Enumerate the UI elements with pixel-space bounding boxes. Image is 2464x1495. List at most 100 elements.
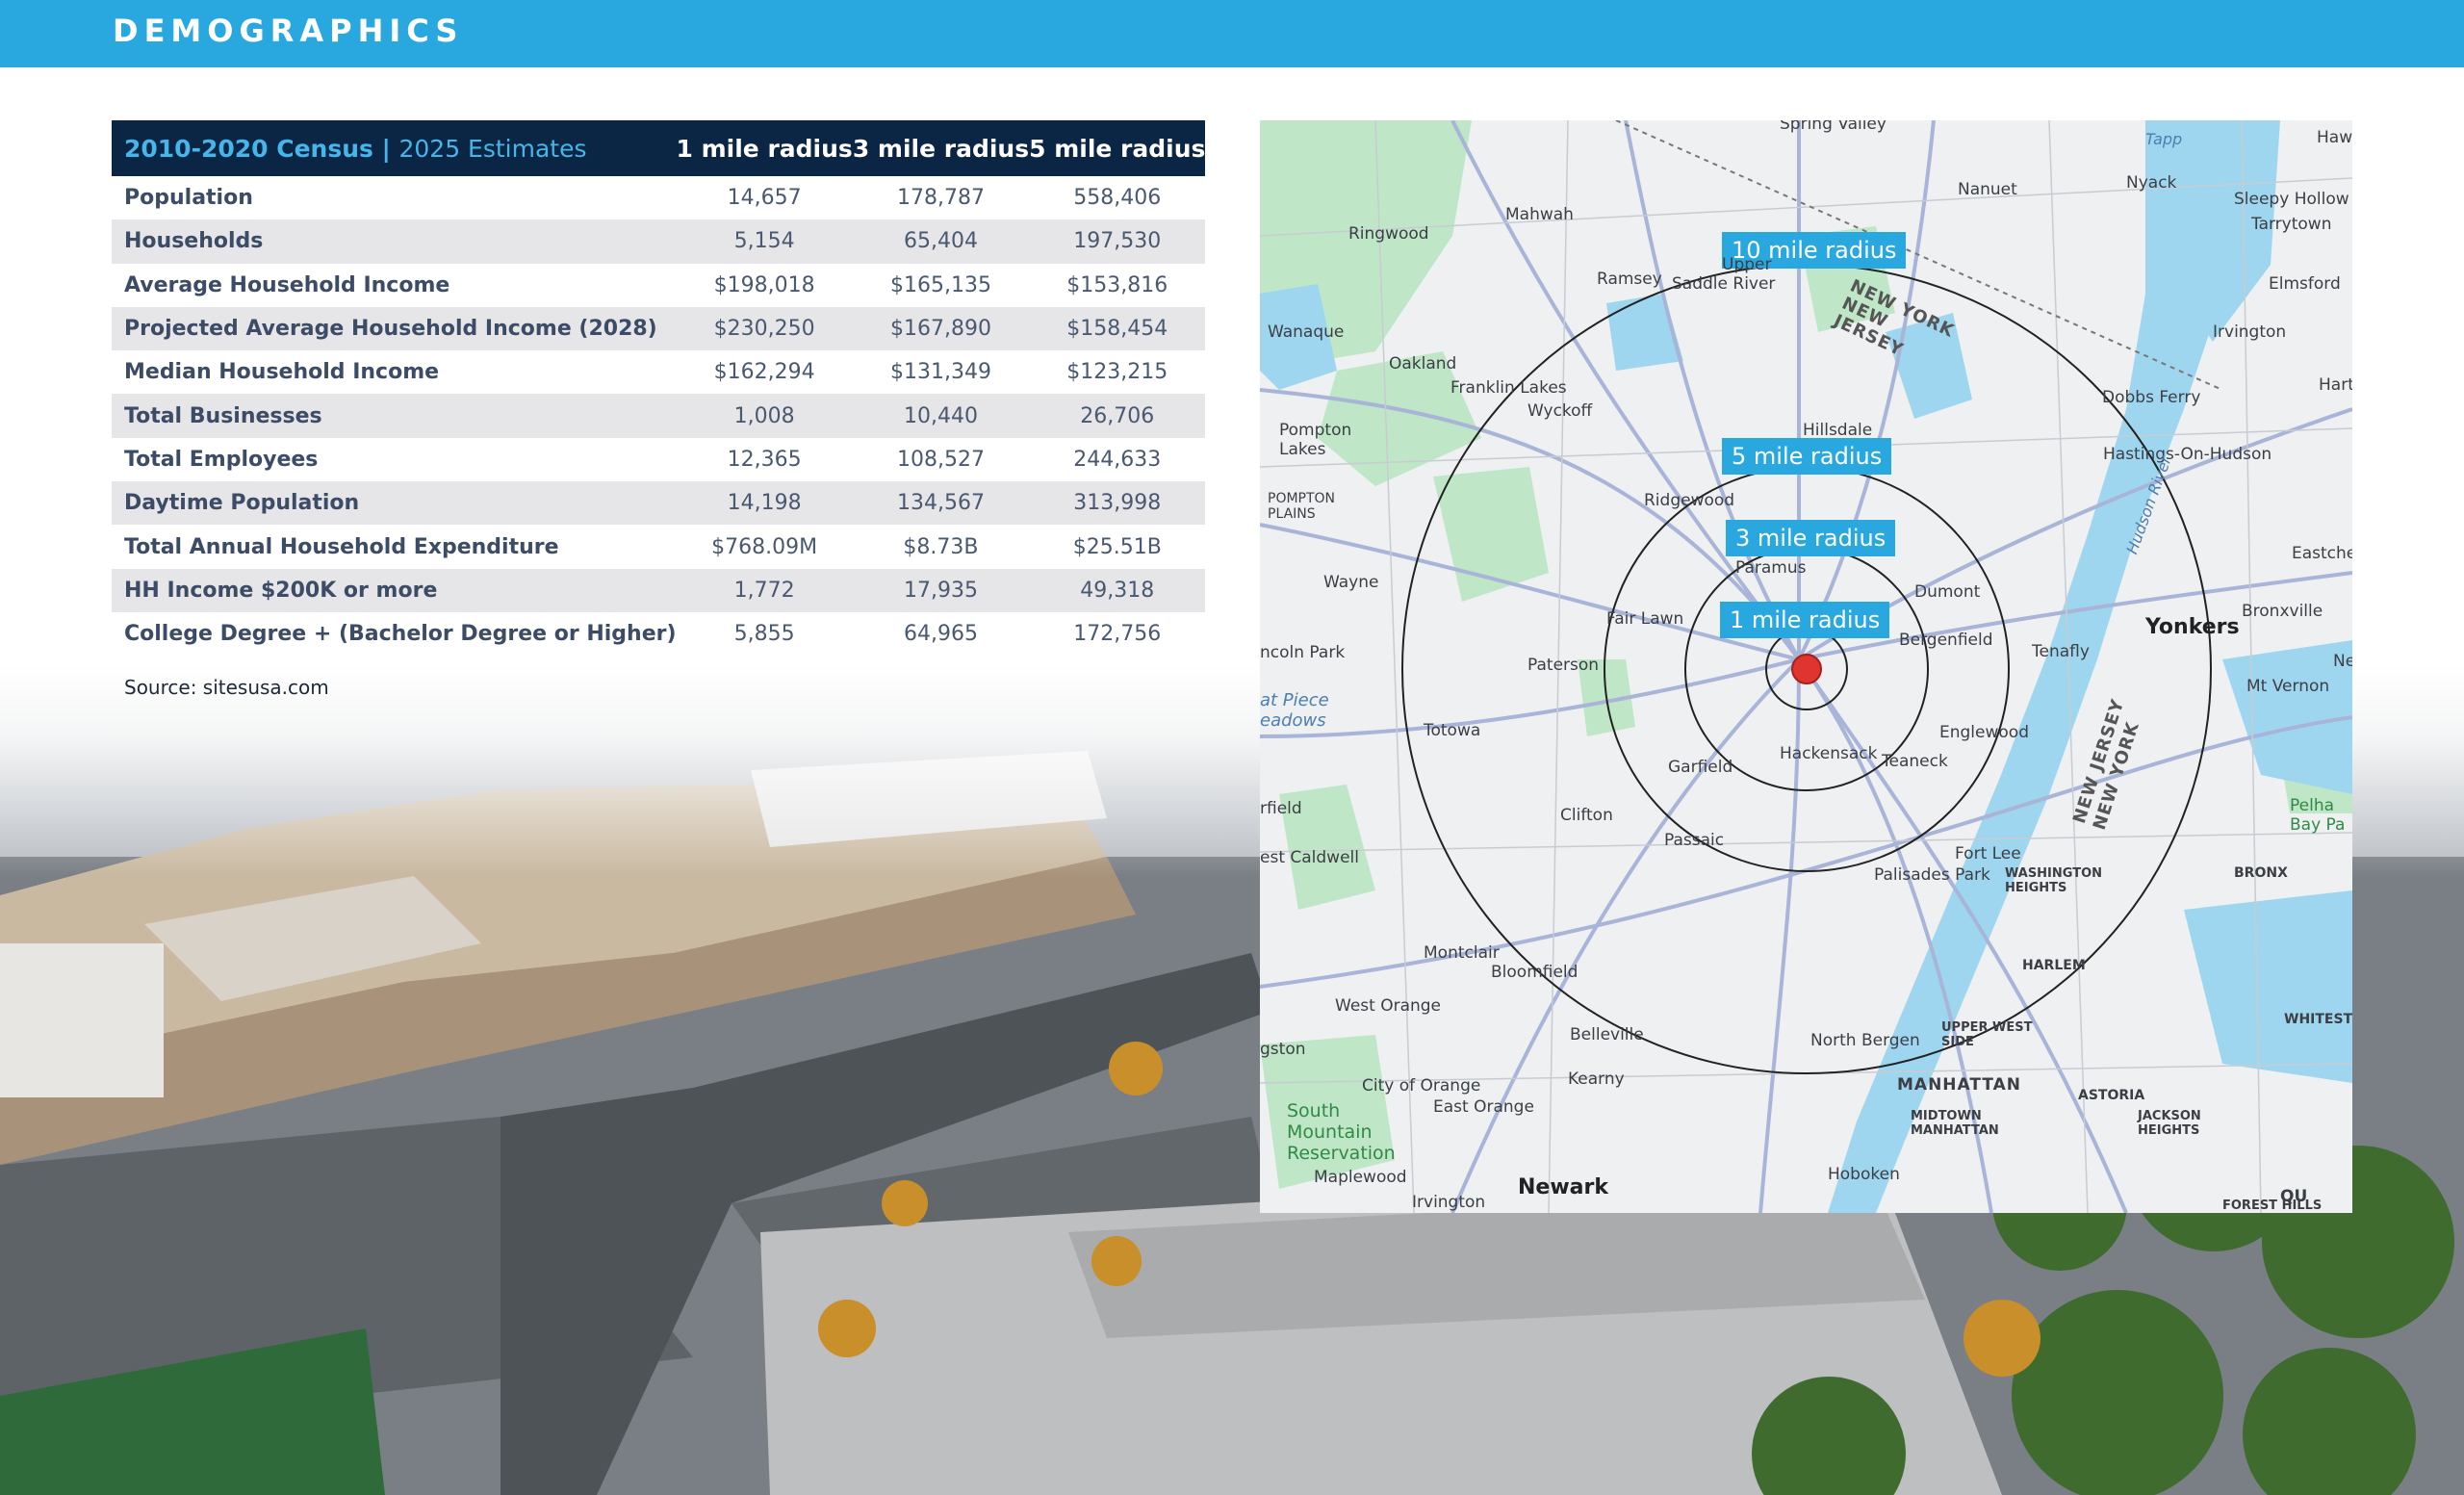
- row-label: Total Annual Household Expenditure: [112, 525, 677, 569]
- place-label: Upper: [1722, 255, 1772, 274]
- place-label: Palisades Park: [1874, 865, 1990, 885]
- cell-1-mile: $198,018: [676, 263, 853, 307]
- demographics-table: 2010-2020 Census | 2025 Estimates 1 mile…: [112, 120, 1206, 657]
- row-label: Median Household Income: [112, 350, 677, 395]
- place-label: Bronxville: [2242, 602, 2323, 621]
- place-label: ncoln Park: [1260, 643, 1346, 662]
- place-label: Tapp: [2145, 130, 2183, 148]
- cell-5-mile: 49,318: [1029, 568, 1206, 612]
- place-label: Tenafly: [2032, 642, 2090, 661]
- place-label: Haw: [2317, 128, 2352, 147]
- cell-1-mile: 14,657: [676, 176, 853, 220]
- table-row: Daytime Population 14,198 134,567 313,99…: [112, 481, 1206, 526]
- table-row: Households 5,154 65,404 197,530: [112, 219, 1206, 264]
- cell-3-mile: 17,935: [852, 568, 1030, 612]
- place-label: North Bergen: [1810, 1031, 1920, 1050]
- place-label: gston: [1260, 1040, 1306, 1059]
- table-row: College Degree + (Bachelor Degree or Hig…: [112, 611, 1206, 657]
- cell-5-mile: 313,998: [1029, 481, 1206, 526]
- cell-3-mile: 178,787: [852, 176, 1030, 220]
- place-label: Eastches: [2292, 544, 2352, 563]
- cell-1-mile: 5,855: [676, 611, 853, 657]
- row-label: HH Income $200K or more: [112, 568, 677, 612]
- column-header-3-mile: 3 mile radius: [852, 120, 1030, 176]
- row-label: Projected Average Household Income (2028…: [112, 306, 677, 351]
- place-label: Ramsey: [1597, 270, 1662, 289]
- place-label: Paterson: [1527, 656, 1600, 675]
- row-label: Population: [112, 176, 677, 220]
- table-row: Total Businesses 1,008 10,440 26,706: [112, 394, 1206, 438]
- cell-3-mile: $165,135: [852, 263, 1030, 307]
- place-label: Hackensack: [1780, 744, 1878, 763]
- cell-5-mile: $158,454: [1029, 306, 1206, 351]
- place-label: Wanaque: [1268, 322, 1345, 342]
- place-label: Montclair: [1424, 943, 1500, 963]
- place-label: Saddle River: [1672, 274, 1776, 294]
- column-header-1-mile: 1 mile radius: [676, 120, 853, 176]
- place-label: Pompton Lakes: [1279, 421, 1352, 459]
- place-label: Mt Vernon: [2246, 677, 2330, 696]
- census-label: 2010-2020 Census: [124, 134, 373, 163]
- place-label: Paramus: [1735, 558, 1807, 578]
- column-header-5-mile: 5 mile radius: [1029, 120, 1206, 176]
- radius-label-1-mile: 1 mile radius: [1720, 602, 1890, 638]
- place-label: ASTORIA: [2078, 1088, 2145, 1103]
- cell-3-mile: 134,567: [852, 481, 1030, 526]
- cell-1-mile: $768.09M: [676, 525, 853, 569]
- cell-1-mile: 12,365: [676, 437, 853, 482]
- place-label: Irvington: [1412, 1193, 1486, 1212]
- cell-3-mile: $8.73B: [852, 525, 1030, 569]
- place-label: Hoboken: [1828, 1165, 1900, 1184]
- cell-1-mile: $230,250: [676, 306, 853, 351]
- cell-1-mile: 1,008: [676, 394, 853, 438]
- cell-5-mile: 197,530: [1029, 219, 1206, 264]
- header-separator: |: [381, 134, 391, 163]
- place-label: Ridgewood: [1644, 491, 1735, 510]
- place-label: HARLEM: [2022, 958, 2086, 973]
- cell-1-mile: 14,198: [676, 481, 853, 526]
- place-label: Clifton: [1560, 806, 1613, 825]
- table-row: Average Household Income $198,018 $165,1…: [112, 263, 1206, 307]
- row-label: College Degree + (Bachelor Degree or Hig…: [112, 611, 677, 657]
- place-label: rfield: [1260, 799, 1302, 818]
- table-header-title: 2010-2020 Census | 2025 Estimates: [112, 120, 677, 176]
- place-label: South Mountain Reservation: [1287, 1100, 1396, 1164]
- place-label: Ringwood: [1348, 224, 1429, 244]
- page-title: DEMOGRAPHICS: [113, 13, 464, 49]
- place-label: Belleville: [1570, 1025, 1644, 1044]
- map-graphic: [1260, 120, 2352, 1213]
- place-label: Fort Lee: [1955, 844, 2021, 863]
- row-label: Households: [112, 219, 677, 264]
- place-label: Newark: [1518, 1175, 1608, 1199]
- table-row: Median Household Income $162,294 $131,34…: [112, 350, 1206, 395]
- cell-5-mile: 244,633: [1029, 437, 1206, 482]
- place-label: Nyack: [2126, 173, 2177, 193]
- cell-1-mile: 5,154: [676, 219, 853, 264]
- place-label: Elmsford: [2269, 274, 2341, 294]
- header-bar: DEMOGRAPHICS: [0, 0, 2464, 67]
- cell-3-mile: 108,527: [852, 437, 1030, 482]
- place-label: Teaneck: [1882, 752, 1948, 771]
- row-label: Daytime Population: [112, 481, 677, 526]
- place-label: UPPER WEST SIDE: [1941, 1020, 2033, 1049]
- cell-3-mile: $167,890: [852, 306, 1030, 351]
- place-label: Bergenfield: [1899, 631, 1993, 650]
- place-label: Maplewood: [1314, 1168, 1407, 1187]
- table-row: HH Income $200K or more 1,772 17,935 49,…: [112, 568, 1206, 612]
- cell-1-mile: 1,772: [676, 568, 853, 612]
- place-label: Spring Valley: [1780, 120, 1886, 134]
- place-label: Hastings-On-Hudson: [2103, 445, 2272, 464]
- place-label: WHITEST: [2284, 1012, 2352, 1027]
- cell-3-mile: 65,404: [852, 219, 1030, 264]
- cell-3-mile: 10,440: [852, 394, 1030, 438]
- place-label: Ne: [2333, 652, 2352, 671]
- row-label: Average Household Income: [112, 263, 677, 307]
- place-label: QU: [2280, 1187, 2308, 1206]
- cell-5-mile: 558,406: [1029, 176, 1206, 220]
- place-label: West Orange: [1335, 996, 1442, 1016]
- place-label: East Orange: [1433, 1097, 1534, 1117]
- source-note: Source: sitesusa.com: [124, 676, 329, 699]
- table-row: Projected Average Household Income (2028…: [112, 306, 1206, 351]
- place-label: Tarrytown: [2251, 215, 2332, 234]
- cell-5-mile: 172,756: [1029, 611, 1206, 657]
